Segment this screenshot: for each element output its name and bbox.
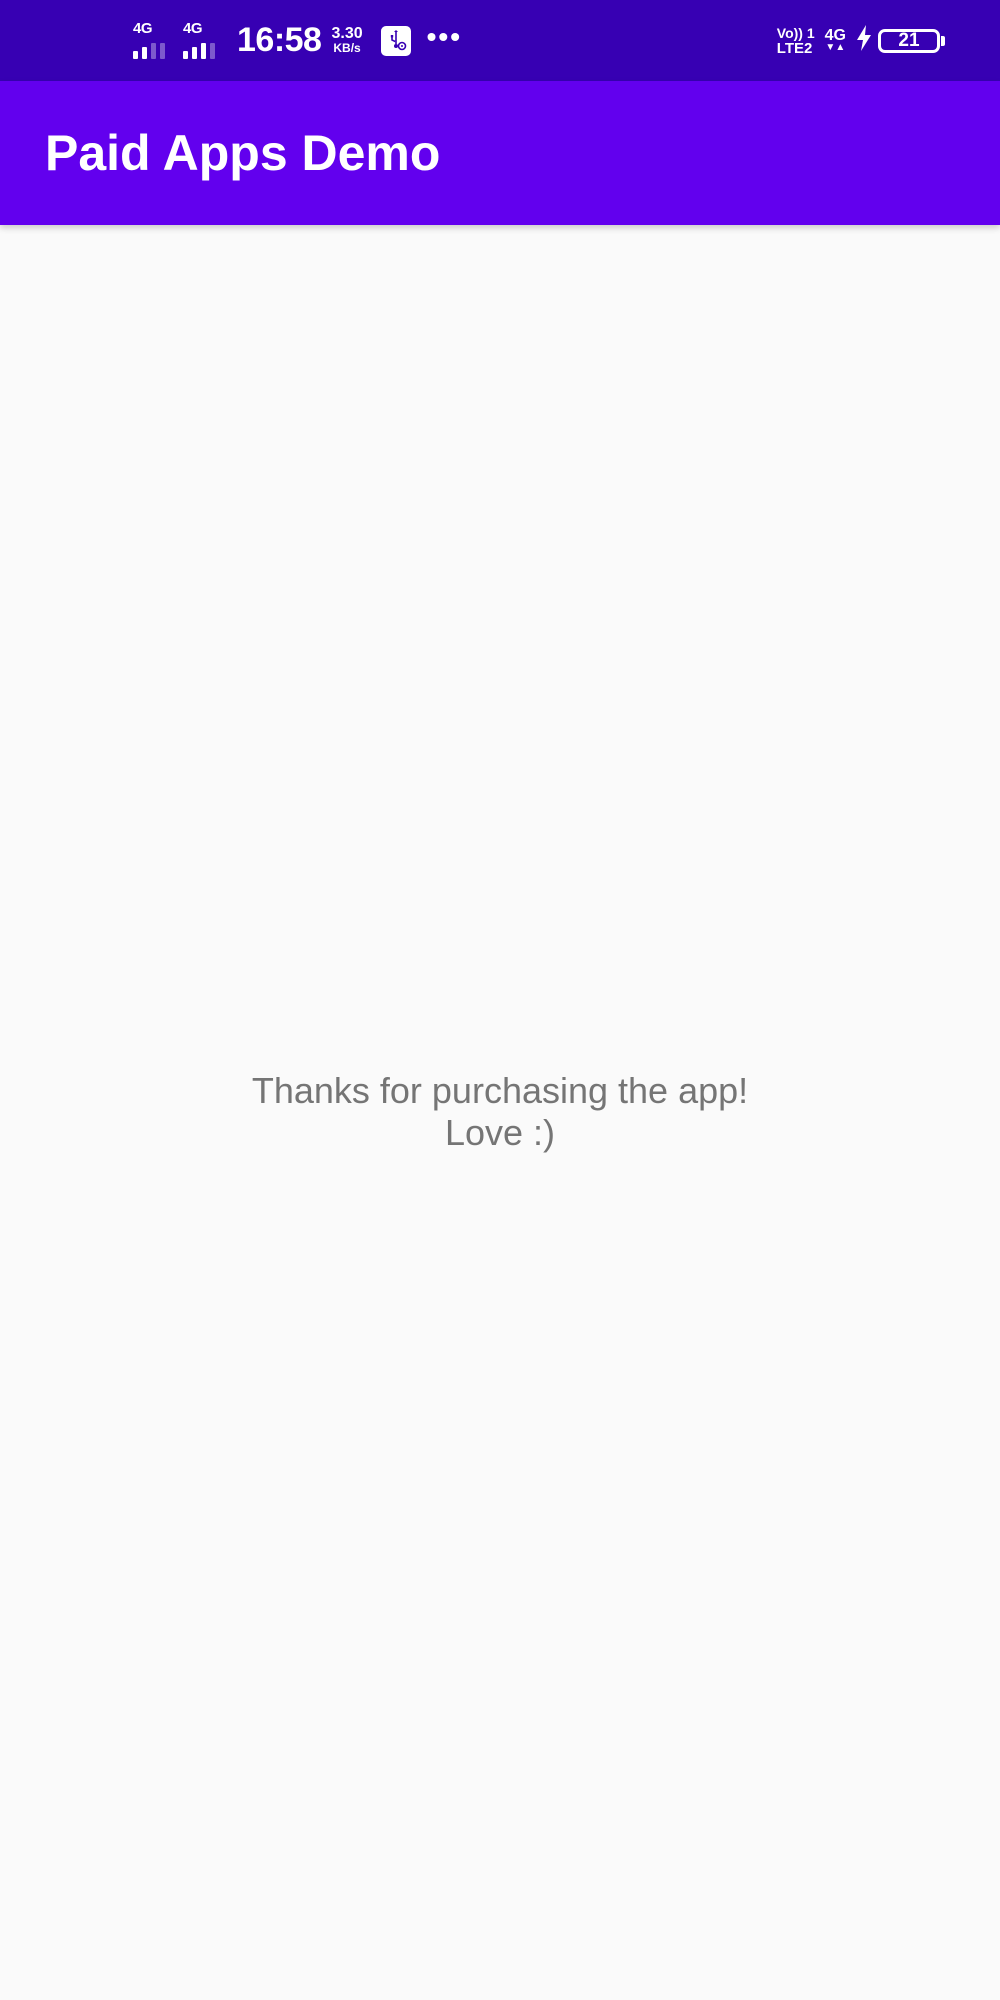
network-speed: 3.30 KB/s	[331, 24, 363, 55]
data-network-label: 4G	[824, 27, 846, 44]
volte-label: Vo)) 1	[776, 24, 815, 41]
sim1-network-label: 4G	[133, 19, 153, 37]
battery-tip	[941, 35, 945, 46]
sim2-network-label: 4G	[183, 19, 203, 37]
battery-level: 21	[898, 30, 920, 51]
data-activity-arrows: ▼▲	[825, 42, 846, 53]
volte-icon: Vo)) 1 LTE2	[776, 24, 815, 57]
data-network-icon: 4G ▼▲	[825, 28, 846, 53]
status-bar-left: 4G 4G 16:58 3.30 KB/s •••	[133, 0, 462, 81]
app-bar: Paid Apps Demo	[0, 81, 1000, 225]
purchase-thanks-message: Thanks for purchasing the app! Love :)	[251, 1070, 749, 1153]
app-title: Paid Apps Demo	[45, 125, 441, 181]
more-dots-icon: •••	[426, 20, 463, 52]
sim1-signal-icon: 4G	[133, 21, 175, 61]
status-bar: 4G 4G 16:58 3.30 KB/s ••• Vo)) 1 LTE2 4G…	[0, 0, 1000, 81]
battery-icon: 21	[878, 28, 940, 53]
usb-debug-icon	[380, 25, 411, 56]
status-bar-right: Vo)) 1 LTE2 4G ▼▲ 21	[777, 0, 945, 81]
main-content: Thanks for purchasing the app! Love :)	[0, 225, 1000, 2000]
sim2-signal-icon: 4G	[183, 21, 225, 61]
charging-bolt-icon	[856, 25, 872, 56]
lte-label: LTE2	[776, 39, 813, 57]
status-clock: 16:58	[237, 21, 322, 59]
network-speed-value: 3.30	[331, 24, 363, 42]
network-speed-unit: KB/s	[333, 40, 361, 55]
